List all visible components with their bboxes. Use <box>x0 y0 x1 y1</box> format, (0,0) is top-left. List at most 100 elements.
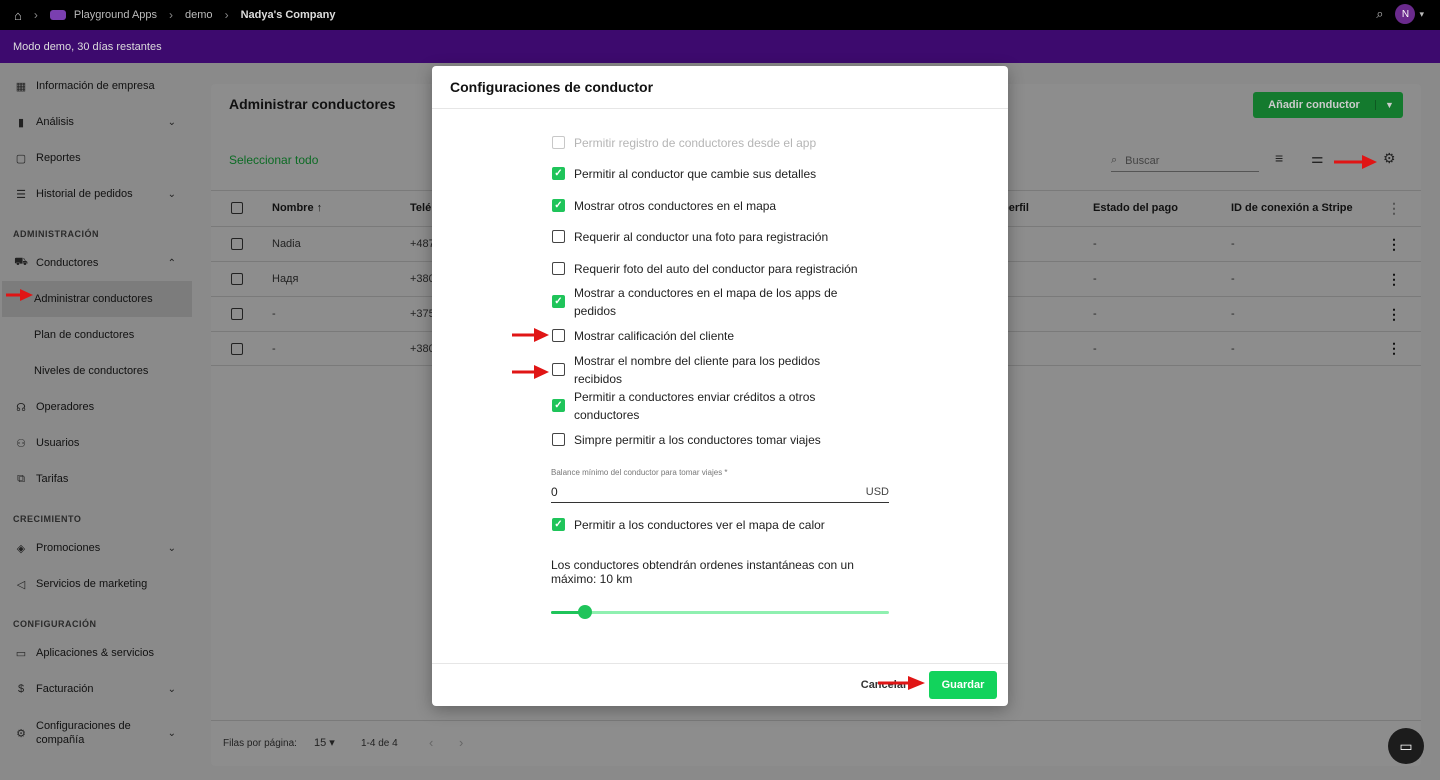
checkbox-checked[interactable]: ✓ <box>552 399 565 412</box>
option-send-credits[interactable]: ✓ Permitir a conductores enviar créditos … <box>552 388 832 424</box>
chevron-up-icon: ⌃ <box>167 257 176 269</box>
row-checkbox[interactable] <box>231 342 243 355</box>
option-always-take-trips[interactable]: Simpre permitir a los conductores tomar … <box>552 431 872 449</box>
option-driver-registration: Permitir registro de conductores desde e… <box>552 134 872 152</box>
option-require-driver-photo[interactable]: Requerir al conductor una foto para regi… <box>552 228 872 246</box>
select-all-checkbox[interactable] <box>231 202 243 214</box>
row-checkbox[interactable] <box>231 308 243 320</box>
checkbox-checked[interactable]: ✓ <box>552 167 565 180</box>
column-name[interactable]: Nombre ↑ <box>272 202 322 214</box>
page-range: 1-4 de 4 <box>361 738 398 749</box>
checkbox[interactable] <box>552 363 565 376</box>
red-arrow-icon <box>512 328 549 342</box>
row-payment-status: - <box>1093 273 1097 285</box>
checkbox[interactable] <box>552 262 565 275</box>
option-show-client-name[interactable]: Mostrar el nombre del cliente para los p… <box>552 352 852 388</box>
checkbox[interactable] <box>552 433 565 446</box>
save-button[interactable]: Guardar <box>929 671 997 699</box>
balance-input[interactable]: 0 USD <box>551 481 889 503</box>
chevron-right-icon: › <box>224 8 229 22</box>
gear-icon[interactable]: ⚙ <box>1383 150 1396 167</box>
distance-slider[interactable] <box>551 605 889 619</box>
sidebar-item-driver-levels[interactable]: Niveles de conductores <box>2 353 192 389</box>
breadcrumb-app[interactable]: Playground Apps <box>49 9 157 21</box>
column-payment-status[interactable]: Estado del pago <box>1093 202 1178 214</box>
breadcrumb-company[interactable]: Nadya's Company <box>241 9 336 21</box>
sidebar-item-order-history[interactable]: ☰ Historial de pedidos ⌄ <box>2 176 192 212</box>
sidebar-item-apps-services[interactable]: ▭ Aplicaciones & servicios <box>2 635 192 671</box>
prev-page-icon[interactable]: ‹ <box>429 735 433 750</box>
checkbox-checked[interactable]: ✓ <box>552 295 565 308</box>
gear-icon: ⚙ <box>16 727 26 740</box>
chevron-down-icon[interactable]: ▼ <box>1375 100 1403 110</box>
option-require-car-photo[interactable]: Requerir foto del auto del conductor par… <box>552 260 872 278</box>
next-page-icon[interactable]: › <box>459 735 463 750</box>
more-icon[interactable]: ⋮ <box>1387 271 1401 288</box>
section-label-growth: CRECIMIENTO <box>13 514 82 524</box>
chevron-down-icon[interactable]: ▾ <box>1419 9 1424 20</box>
more-icon[interactable]: ⋮ <box>1387 200 1401 217</box>
option-driver-edit-details[interactable]: ✓ Permitir al conductor que cambie sus de… <box>552 165 872 183</box>
search-field[interactable]: ⌕ Buscar <box>1111 150 1259 172</box>
currency-unit: USD <box>865 485 889 498</box>
row-stripe-id: - <box>1231 273 1235 285</box>
option-heat-map[interactable]: ✓ Permitir a los conductores ver el mapa … <box>552 516 872 534</box>
red-arrow-icon <box>1334 155 1377 169</box>
option-show-drivers-on-map[interactable]: ✓ Mostrar a conductores en el mapa de los… <box>552 284 852 320</box>
app-logo-icon <box>49 10 66 20</box>
chevron-down-icon: ⌄ <box>167 542 176 554</box>
sidebar-item-drivers[interactable]: ⛟ Conductores ⌃ <box>2 245 192 281</box>
sidebar-item-reports[interactable]: ▢ Reportes <box>2 140 192 176</box>
tune-icon[interactable]: ⚌ <box>1311 150 1324 167</box>
checkbox-checked[interactable]: ✓ <box>552 518 565 531</box>
column-stripe-id[interactable]: ID de conexión a Stripe <box>1231 202 1353 214</box>
sidebar-item-billing[interactable]: $ Facturación ⌄ <box>2 671 192 707</box>
dialog-title: Configuraciones de conductor <box>450 79 654 95</box>
row-checkbox[interactable] <box>231 273 243 285</box>
row-name: Nadia <box>272 238 301 250</box>
checkbox <box>552 136 565 149</box>
avatar[interactable]: N <box>1395 4 1416 24</box>
slider-thumb[interactable] <box>577 605 592 619</box>
more-icon[interactable]: ⋮ <box>1387 306 1401 323</box>
rows-per-page-select[interactable]: 15 ▾ <box>314 736 335 749</box>
sidebar-item-tariffs[interactable]: ⧉ Tarifas <box>2 461 192 497</box>
sidebar-item-company-settings[interactable]: ⚙ Configuraciones de compañía ⌄ <box>2 715 192 751</box>
more-icon[interactable]: ⋮ <box>1387 236 1401 253</box>
chevron-right-icon: › <box>33 8 38 22</box>
option-show-client-rating[interactable]: Mostrar calificación del cliente <box>552 327 872 345</box>
row-stripe-id: - <box>1231 308 1235 320</box>
checkbox[interactable] <box>552 230 565 243</box>
divider <box>432 663 1008 664</box>
filter-icon[interactable]: ≡ <box>1275 150 1283 166</box>
section-label-config: CONFIGURACIÓN <box>13 619 97 629</box>
users-icon: ⚇ <box>16 437 26 450</box>
row-name: - <box>272 342 276 355</box>
checkbox[interactable] <box>552 329 565 342</box>
file-icon: ▢ <box>15 152 27 165</box>
sidebar-item-analytics[interactable]: ▮ Análisis ⌄ <box>2 104 192 140</box>
search-icon: ⌕ <box>1111 154 1118 166</box>
add-driver-button[interactable]: Añadir conductor ▼ <box>1253 92 1403 118</box>
search-icon[interactable]: ⌕ <box>1376 6 1383 22</box>
sidebar-item-marketing[interactable]: ◁ Servicios de marketing <box>2 566 192 602</box>
more-icon[interactable]: ⋮ <box>1387 340 1401 357</box>
sidebar-item-users[interactable]: ⚇ Usuarios <box>2 425 192 461</box>
checkbox-checked[interactable]: ✓ <box>552 199 565 212</box>
column-phone[interactable]: Telé <box>410 202 431 214</box>
option-show-other-drivers[interactable]: ✓ Mostrar otros conductores en el mapa <box>552 197 872 215</box>
select-all-link[interactable]: Seleccionar todo <box>229 153 318 167</box>
row-checkbox[interactable] <box>231 238 243 250</box>
sidebar-item-promotions[interactable]: ◈ Promociones ⌄ <box>2 530 192 566</box>
home-icon[interactable]: ⌂ <box>14 8 22 23</box>
breadcrumb-demo[interactable]: demo <box>185 9 213 21</box>
sidebar-item-operators[interactable]: ☊ Operadores <box>2 389 192 425</box>
car-icon: ⛟ <box>14 256 28 268</box>
bar-chart-icon: ▮ <box>17 116 25 129</box>
sidebar-item-driver-plan[interactable]: Plan de conductores <box>2 317 192 353</box>
chevron-down-icon: ⌄ <box>167 188 176 200</box>
rows-per-page-label: Filas por página: <box>223 738 297 749</box>
balance-field-label: Balance mínimo del conductor para tomar … <box>551 468 728 477</box>
chat-icon[interactable]: ▭ <box>1388 728 1424 764</box>
sidebar-item-company-info[interactable]: ▦ Información de empresa <box>2 68 192 104</box>
